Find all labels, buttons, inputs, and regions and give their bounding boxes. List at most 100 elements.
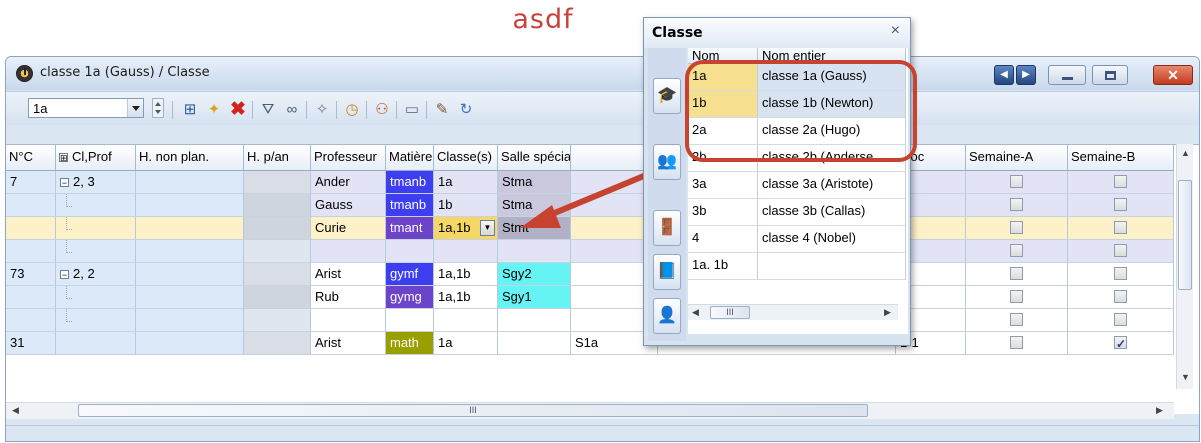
classes-cell[interactable]: 1a,1b — [434, 286, 498, 309]
classes-cell[interactable]: 1b — [434, 194, 498, 217]
people-icon[interactable]: 👥 — [653, 144, 681, 180]
class-name-cell[interactable]: 1a — [688, 64, 758, 91]
week-b-checkbox[interactable] — [1114, 221, 1127, 234]
week-a-cell[interactable] — [966, 240, 1068, 263]
maximize-button[interactable] — [1092, 65, 1128, 85]
class-selector[interactable]: 1a — [28, 98, 144, 118]
week-b-checkbox[interactable] — [1114, 290, 1127, 303]
subject-cell[interactable] — [386, 309, 434, 332]
column-header[interactable]: Semaine-A — [966, 145, 1068, 171]
special-room-cell[interactable]: Stma — [498, 171, 571, 194]
class-name-cell[interactable]: 3b — [688, 199, 758, 226]
column-header[interactable]: Salle spécial — [498, 145, 571, 171]
class-full-name-cell[interactable]: classe 3a (Aristote) — [758, 172, 906, 199]
column-header[interactable]: N°C — [6, 145, 56, 171]
scroll-up-icon[interactable]: ▲ — [1181, 148, 1190, 158]
grid-icon[interactable]: ⊞ — [180, 100, 200, 120]
week-a-cell[interactable] — [966, 217, 1068, 240]
book-icon[interactable]: 📘 — [653, 254, 681, 290]
chevron-down-icon[interactable]: ▼ — [480, 220, 495, 236]
week-b-checkbox[interactable] — [1114, 267, 1127, 280]
class-full-name-cell[interactable]: classe 1a (Gauss) — [758, 64, 906, 91]
class-full-name-cell[interactable]: classe 4 (Nobel) — [758, 226, 906, 253]
teacher-cell[interactable] — [311, 240, 386, 263]
expand-all-icon[interactable]: ⊞ — [59, 153, 68, 163]
wizard-icon[interactable]: ✧ — [312, 100, 332, 120]
popup-column-header[interactable]: Nom entier — [758, 48, 906, 64]
chevron-down-icon[interactable] — [127, 99, 143, 117]
column-header[interactable]: ⊞ Cl,Prof — [56, 145, 136, 171]
week-a-cell[interactable] — [966, 194, 1068, 217]
clock-toolbar-icon[interactable]: ◷ — [342, 100, 362, 120]
subject-cell[interactable]: math — [386, 332, 434, 355]
week-b-checkbox[interactable] — [1114, 333, 1127, 354]
week-b-cell[interactable] — [1068, 263, 1174, 286]
teacher-cell[interactable]: Curie — [311, 217, 386, 240]
week-a-checkbox[interactable] — [1010, 290, 1023, 303]
classes-cell[interactable] — [434, 240, 498, 263]
column-header[interactable]: Semaine-B — [1068, 145, 1174, 171]
week-a-cell[interactable] — [966, 286, 1068, 309]
week-a-checkbox[interactable] — [1010, 267, 1023, 280]
week-a-checkbox[interactable] — [1010, 336, 1023, 349]
week-b-cell[interactable] — [1068, 332, 1174, 355]
week-b-cell[interactable] — [1068, 171, 1174, 194]
class-name-cell[interactable]: 2b — [688, 145, 758, 172]
week-a-checkbox[interactable] — [1010, 244, 1023, 257]
collapse-icon[interactable]: − — [60, 178, 69, 188]
column-header[interactable]: Classe(s) — [434, 145, 498, 171]
special-room-cell[interactable]: Stma — [498, 194, 571, 217]
edit-check-icon[interactable]: ✎ — [432, 100, 452, 120]
teacher-cell[interactable]: Ander — [311, 171, 386, 194]
popup-horizontal-scrollbar[interactable]: ◀ III ▶ — [688, 304, 898, 320]
vertical-scrollbar[interactable]: ▲ ▼ — [1176, 144, 1193, 389]
previous-arrow-button[interactable]: ◀ — [994, 65, 1014, 85]
special-room-cell[interactable]: Sgy2 — [498, 263, 571, 286]
vertical-scroll-thumb[interactable] — [1178, 180, 1192, 290]
users-icon[interactable]: ⚇ — [372, 100, 392, 120]
teacher-cell[interactable]: Arist — [311, 332, 386, 355]
teacher-cell[interactable] — [311, 309, 386, 332]
week-a-cell[interactable] — [966, 332, 1068, 355]
week-b-cell[interactable] — [1068, 240, 1174, 263]
week-a-cell[interactable] — [966, 171, 1068, 194]
week-a-cell[interactable] — [966, 263, 1068, 286]
column-header[interactable]: H. non plan. — [136, 145, 244, 171]
week-b-cell[interactable] — [1068, 309, 1174, 332]
class-full-name-cell[interactable]: classe 3b (Callas) — [758, 199, 906, 226]
class-full-name-cell[interactable]: classe 2b (Anderse — [758, 145, 906, 172]
scroll-right-icon[interactable]: ▶ — [884, 307, 891, 318]
teacher-cell[interactable]: Gauss — [311, 194, 386, 217]
column-header[interactable]: Professeur — [311, 145, 386, 171]
screen-icon[interactable]: ▭ — [402, 100, 422, 120]
week-b-checkbox[interactable] — [1114, 198, 1127, 211]
week-b-checkbox[interactable] — [1114, 244, 1127, 257]
classes-cell[interactable] — [434, 309, 498, 332]
subject-cell[interactable]: tmanb — [386, 194, 434, 217]
classes-cell[interactable]: 1a — [434, 171, 498, 194]
special-room-cell[interactable]: Stmt — [498, 217, 571, 240]
special-room-cell[interactable]: Sgy1 — [498, 286, 571, 309]
subject-cell[interactable]: gymg — [386, 286, 434, 309]
week-b-cell[interactable] — [1068, 217, 1174, 240]
week-a-cell[interactable] — [966, 309, 1068, 332]
close-button[interactable]: ✕ — [1153, 65, 1193, 85]
class-full-name-cell[interactable] — [758, 253, 906, 280]
classes-cell[interactable]: 1a — [434, 332, 498, 355]
week-a-checkbox[interactable] — [1010, 313, 1023, 326]
scroll-left-icon[interactable]: ◀ — [12, 405, 19, 416]
filter-icon[interactable]: ⛛ — [258, 100, 278, 120]
subject-cell[interactable]: tmanb — [386, 171, 434, 194]
minimize-button[interactable] — [1048, 65, 1086, 85]
subject-cell[interactable] — [386, 240, 434, 263]
column-header[interactable]: Matière — [386, 145, 434, 171]
class-name-cell[interactable]: 1b — [688, 91, 758, 118]
popup-column-header[interactable]: Nom — [688, 48, 758, 64]
week-a-checkbox[interactable] — [1010, 198, 1023, 211]
teacher-icon[interactable]: 👤 — [653, 298, 681, 334]
title-bar[interactable]: classe 1a (Gauss) / Classe ◀ ▶ ✕ — [6, 57, 1199, 90]
special-room-cell[interactable] — [498, 332, 571, 355]
subject-cell[interactable]: tmant — [386, 217, 434, 240]
spin-buttons[interactable] — [152, 98, 164, 118]
week-b-cell[interactable] — [1068, 286, 1174, 309]
